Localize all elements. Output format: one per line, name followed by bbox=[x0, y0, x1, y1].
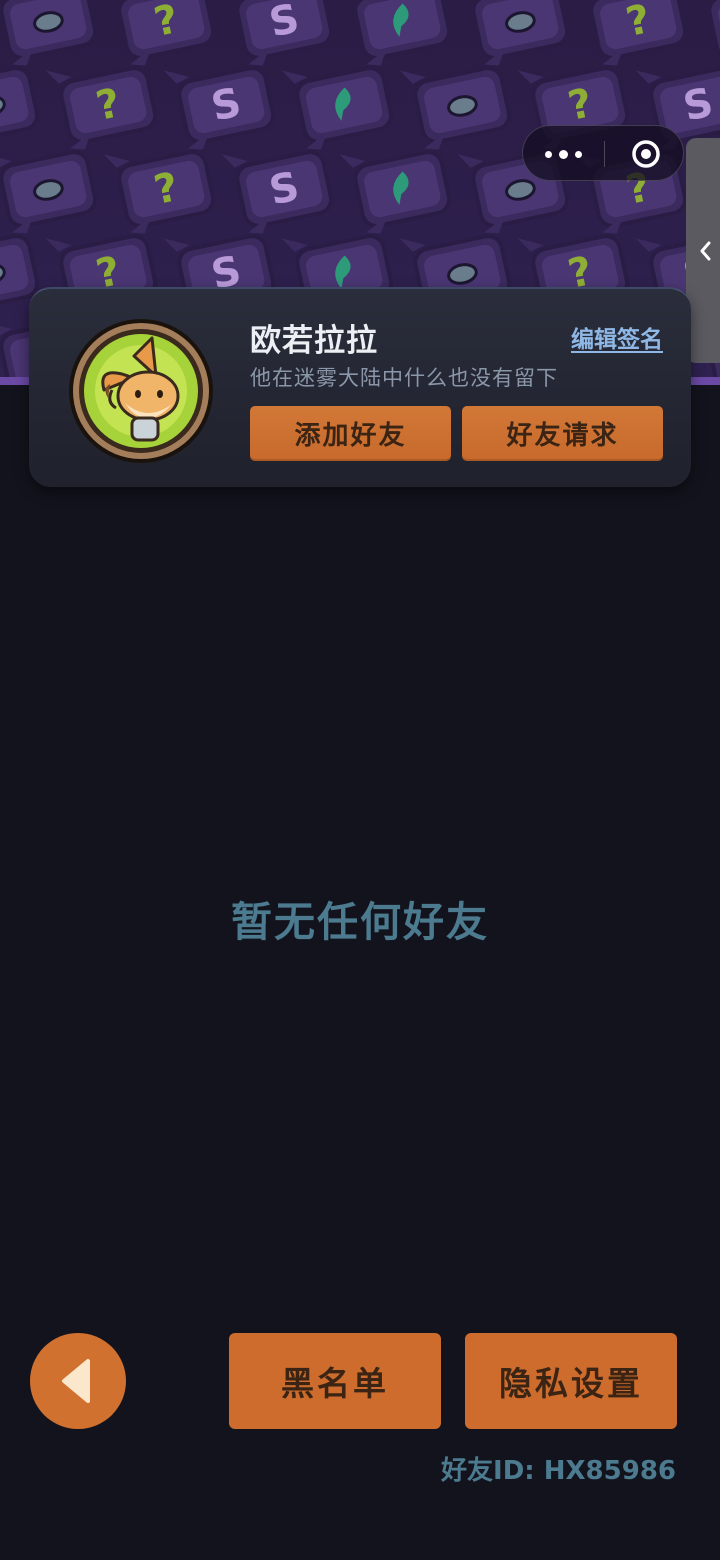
friend-id-text: 好友ID: HX85986 bbox=[441, 1456, 676, 1486]
target-close-icon[interactable] bbox=[631, 139, 661, 169]
add-friend-button[interactable]: 添加好友 bbox=[250, 406, 451, 461]
username: 欧若拉拉 bbox=[250, 323, 378, 359]
blacklist-button[interactable]: 黑名单 bbox=[229, 1333, 441, 1429]
back-button[interactable] bbox=[30, 1333, 126, 1429]
signature-text: 他在迷雾大陆中什么也没有留下 bbox=[250, 366, 558, 390]
profile-card: 欧若拉拉 编辑签名 他在迷雾大陆中什么也没有留下 添加好友 好友请求 bbox=[29, 287, 691, 487]
edit-signature-link[interactable]: 编辑签名 bbox=[571, 320, 663, 354]
empty-friends-text: 暂无任何好友 bbox=[231, 898, 489, 946]
mini-program-capsule bbox=[522, 125, 684, 181]
triangle-left-icon bbox=[62, 1359, 90, 1403]
side-drawer-tab[interactable] bbox=[686, 138, 720, 363]
fox-avatar-icon[interactable] bbox=[68, 318, 214, 464]
friend-requests-button[interactable]: 好友请求 bbox=[462, 406, 663, 461]
chevron-left-icon bbox=[700, 241, 711, 260]
privacy-settings-button[interactable]: 隐私设置 bbox=[465, 1333, 677, 1429]
capsule-divider bbox=[604, 141, 605, 167]
more-dots-icon[interactable] bbox=[523, 126, 603, 182]
